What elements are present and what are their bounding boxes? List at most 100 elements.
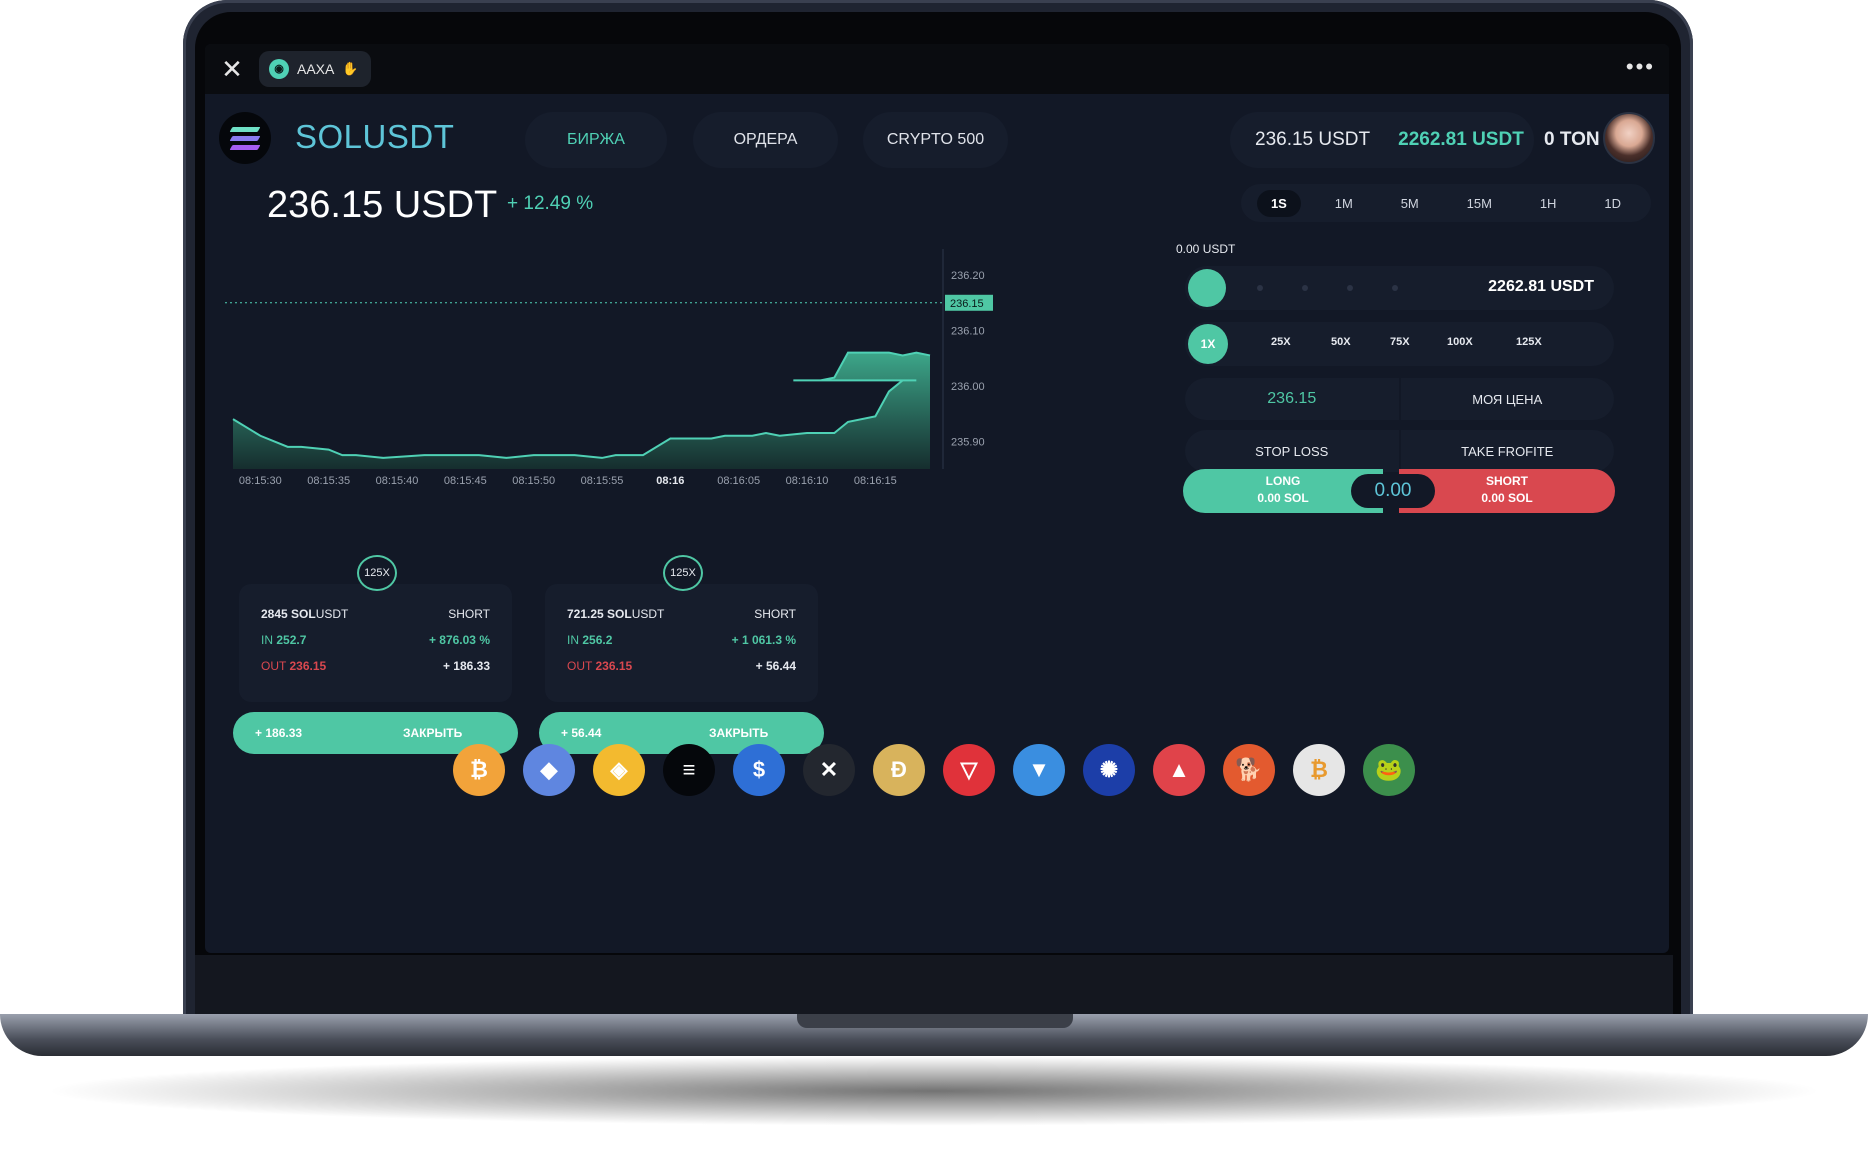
more-icon[interactable]: ••• [1626, 54, 1655, 80]
close-pnl: + 56.44 [561, 726, 602, 740]
x-tick-label: 08:15:30 [239, 475, 282, 487]
bot-avatar-icon: ◉ [269, 59, 289, 79]
leverage-1x[interactable]: 1X [1188, 324, 1228, 364]
in-value: 256.2 [582, 633, 613, 647]
avatar[interactable] [1603, 112, 1655, 164]
slider-step [1257, 285, 1263, 291]
verified-icon: ✋ [342, 61, 359, 76]
tf-1m[interactable]: 1M [1321, 190, 1367, 217]
y-tick-label: 236.10 [951, 325, 985, 337]
position-body: 721.25 SOLUSDT SHORT IN 256.2 + 1 061.3 % … [545, 584, 818, 702]
market-price-option[interactable]: 236.15 [1185, 378, 1399, 420]
usdc-icon[interactable]: $ [733, 744, 785, 796]
x-tick-label: 08:15:40 [376, 475, 419, 487]
slider-step [1392, 285, 1398, 291]
toncoin-icon[interactable]: ▼ [1013, 744, 1065, 796]
position-quote: USDT [631, 607, 665, 621]
out-pnl: + 186.33 [442, 659, 490, 673]
slider-max-value: 2262.81 USDT [1488, 278, 1594, 295]
out-label: OUT [567, 659, 593, 673]
nav-orders[interactable]: ОРДЕРА [693, 112, 838, 168]
cardano-icon[interactable]: ✺ [1083, 744, 1135, 796]
leverage-75x[interactable]: 75X [1390, 336, 1410, 348]
my-price-option[interactable]: МОЯ ЦЕНА [1398, 378, 1615, 420]
laptop-notch [797, 1014, 1073, 1028]
price-selector: 236.15 МОЯ ЦЕНА [1185, 378, 1614, 420]
tf-15m[interactable]: 15M [1453, 190, 1506, 217]
position-asset: SOL [607, 607, 632, 621]
current-price-label: 236.15 [950, 298, 984, 310]
slider-step [1302, 285, 1308, 291]
stop-loss-button[interactable]: STOP LOSS [1185, 430, 1399, 472]
bnb-icon[interactable]: ◈ [593, 744, 645, 796]
close-pnl: + 186.33 [255, 726, 303, 740]
x-tick-label: 08:16 [656, 475, 684, 487]
nav-crypto500[interactable]: CRYPTO 500 [863, 112, 1008, 168]
in-percent: + 1 061.3 % [731, 633, 796, 647]
position-pair: 721.25 SOLUSDT [567, 607, 664, 621]
leverage-25x[interactable]: 25X [1271, 336, 1291, 348]
in-value: 252.7 [276, 633, 307, 647]
leverage-50x[interactable]: 50X [1331, 336, 1351, 348]
wrapped-bitcoin-icon[interactable]: ₿ [1293, 744, 1345, 796]
price-chart: 236.20 236.10 236.00 235.90 236.15 08:15:30 08… [225, 249, 993, 487]
nav-exchange[interactable]: БИРЖА [525, 112, 667, 168]
slider-handle[interactable] [1188, 269, 1226, 307]
y-tick-label: 235.90 [951, 436, 985, 448]
amount-slider[interactable]: 2262.81 USDT [1185, 266, 1614, 310]
bitcoin-icon[interactable]: ₿ [453, 744, 505, 796]
position-side: SHORT [754, 607, 796, 621]
avalanche-icon[interactable]: ▲ [1153, 744, 1205, 796]
solana-icon[interactable]: ≡ [663, 744, 715, 796]
position-amount: 2845 [261, 607, 288, 621]
out-value: 236.15 [289, 659, 327, 673]
position-quote: USDT [315, 607, 349, 621]
laptop-shadow [40, 1056, 1828, 1126]
x-tick-label: 08:15:50 [512, 475, 555, 487]
x-tick-label: 08:15:55 [581, 475, 624, 487]
position-pair: 2845 SOLUSDT [261, 607, 348, 621]
leverage-125x[interactable]: 125X [1516, 336, 1542, 348]
tf-5m[interactable]: 5M [1387, 190, 1433, 217]
leverage-badge: 125X [663, 555, 703, 591]
take-profit-button[interactable]: TAKE FROFITE [1398, 430, 1615, 472]
x-tick-label: 08:16:10 [786, 475, 829, 487]
order-size-value[interactable]: 0.00 [1351, 474, 1435, 508]
position-amount: 721.25 [567, 607, 604, 621]
x-tick-label: 08:15:35 [307, 475, 350, 487]
pepe-icon[interactable]: 🐸 [1363, 744, 1415, 796]
position-body: 2845 SOLUSDT SHORT IN 252.7 + 876.03 % OUT… [239, 584, 512, 702]
app-pill[interactable]: ◉ AAXA ✋ [259, 51, 371, 87]
price-change: + 12.49 % [507, 193, 594, 214]
close-label: ЗАКРЫТЬ [709, 726, 769, 740]
laptop-chin [195, 955, 1673, 1015]
x-tick-label: 08:15:45 [444, 475, 487, 487]
amount-label: 0.00 USDT [1176, 242, 1236, 256]
balance-ton: 0 TON [1544, 129, 1600, 150]
shiba-inu-icon[interactable]: 🐕 [1223, 744, 1275, 796]
position-asset: SOL [291, 607, 316, 621]
ethereum-icon[interactable]: ◆ [523, 744, 575, 796]
x-tick-label: 08:16:15 [854, 475, 897, 487]
dogecoin-icon[interactable]: Ð [873, 744, 925, 796]
coin-selector: ₿ ◆ ◈ ≡ $ ✕ Ð ▽ ▼ ✺ ▲ 🐕 ₿ 🐸 [453, 744, 1415, 796]
close-icon[interactable]: ✕ [217, 54, 247, 84]
in-label: IN [567, 633, 579, 647]
in-percent: + 876.03 % [428, 633, 490, 647]
leverage-badge: 125X [357, 555, 397, 591]
price-area [233, 352, 930, 469]
tf-1d[interactable]: 1D [1590, 190, 1635, 217]
tf-1h[interactable]: 1H [1526, 190, 1571, 217]
balance-total: 2262.81 USDT [1398, 129, 1524, 150]
y-tick-label: 236.00 [951, 381, 985, 393]
out-label: OUT [261, 659, 287, 673]
leverage-100x[interactable]: 100X [1447, 336, 1473, 348]
position-card: 721.25 SOLUSDT SHORT IN 256.2 + 1 061.3 % … [539, 555, 824, 759]
xrp-icon[interactable]: ✕ [803, 744, 855, 796]
balance-bar: 236.15 USDT 2262.81 USDT [1230, 112, 1534, 168]
sl-tp-selector: STOP LOSS TAKE FROFITE [1185, 430, 1614, 472]
tron-icon[interactable]: ▽ [943, 744, 995, 796]
current-price: 236.15 USDT [267, 184, 498, 226]
tf-1s[interactable]: 1S [1256, 189, 1301, 217]
position-card: 2845 SOLUSDT SHORT IN 252.7 + 876.03 % OUT… [233, 555, 518, 759]
